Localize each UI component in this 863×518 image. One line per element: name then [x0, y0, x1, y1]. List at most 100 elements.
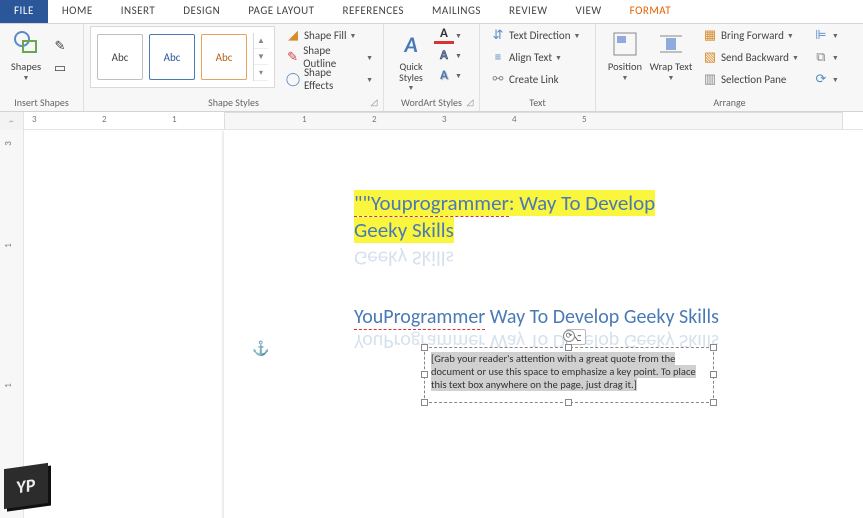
- tab-design[interactable]: DESIGN: [169, 0, 234, 23]
- ruler-num: 2: [372, 114, 377, 125]
- chevron-down-icon: ▼: [622, 73, 629, 82]
- ruler-num: 5: [582, 114, 587, 125]
- group-label: Insert Shapes: [0, 96, 83, 109]
- ruler-corner[interactable]: ⌐: [0, 112, 24, 130]
- shape-outline-button[interactable]: ✎ Shape Outline ▼: [281, 47, 377, 67]
- tab-view[interactable]: VIEW: [561, 0, 615, 23]
- shapes-button[interactable]: Shapes ▼: [6, 26, 46, 96]
- tab-references[interactable]: REFERENCES: [329, 0, 418, 23]
- position-icon: [609, 28, 641, 60]
- wordart-heading-1[interactable]: ""Youprogrammer: Way To Develop Geeky Sk…: [354, 190, 655, 245]
- align-text-icon: ≡: [490, 49, 506, 65]
- edit-shape-icon: ✎: [52, 38, 68, 54]
- create-link-button[interactable]: ⚯ Create Link: [486, 69, 584, 89]
- tab-format[interactable]: FORMAT: [616, 0, 685, 23]
- yp-logo-text: YP: [4, 463, 48, 509]
- align-text-button[interactable]: ≡ Align Text ▼: [486, 47, 584, 67]
- yp-watermark-logo: YP: [4, 466, 60, 514]
- shapes-label: Shapes: [11, 61, 41, 73]
- resize-handle-bl[interactable]: [421, 399, 428, 406]
- ruler-num: 2: [102, 114, 107, 125]
- textbox-content[interactable]: [Grab your reader's attention with a gre…: [431, 352, 696, 391]
- ruler-h-track[interactable]: 3 2 1 1 2 3 4 5: [24, 112, 863, 129]
- group-label: Shape Styles: [84, 96, 383, 109]
- text-direction-label: Text Direction: [509, 29, 570, 42]
- gallery-down[interactable]: ▼: [254, 49, 268, 65]
- tab-insert[interactable]: INSERT: [107, 0, 170, 23]
- selection-pane-label: Selection Pane: [721, 73, 786, 86]
- rotate-icon: ⟳: [813, 71, 829, 87]
- reflection: Geeky Skills: [354, 244, 454, 271]
- rotate-handle[interactable]: ⟳: [563, 330, 575, 342]
- shape-style-item-3[interactable]: Abc: [201, 34, 247, 80]
- resize-handle-lm[interactable]: [421, 371, 428, 378]
- chevron-down-icon: ▼: [349, 31, 356, 40]
- chevron-down-icon: ▼: [366, 53, 373, 62]
- resize-handle-br[interactable]: [710, 399, 717, 406]
- text-effects-button[interactable]: A: [434, 66, 454, 84]
- wordart-text: Geeky Skills: [354, 217, 454, 243]
- position-button[interactable]: Position ▼: [602, 26, 648, 96]
- textbox-button[interactable]: ▭: [48, 58, 72, 78]
- text-fill-button[interactable]: A: [434, 26, 454, 44]
- gallery-up[interactable]: ▲: [254, 33, 268, 49]
- ruler-num: 4: [512, 114, 517, 125]
- wordart-heading-2[interactable]: YouProgrammer Way To Develop Geeky Skill…: [354, 305, 719, 329]
- tab-file[interactable]: FILE: [0, 0, 48, 23]
- align-icon: ⊫: [813, 27, 829, 43]
- tab-home[interactable]: HOME: [48, 0, 107, 23]
- vruler-num: 3: [3, 141, 14, 146]
- gallery-scroll: ▲ ▼ ▾: [253, 33, 268, 81]
- chevron-down-icon: ▼: [792, 53, 799, 62]
- edit-shape-button[interactable]: ✎: [48, 36, 72, 56]
- chevron-down-icon: ▼: [555, 53, 562, 62]
- tab-review[interactable]: REVIEW: [495, 0, 562, 23]
- shape-effects-button[interactable]: ◯ Shape Effects ▼: [281, 69, 377, 89]
- bring-forward-button[interactable]: ▦ Bring Forward ▼: [698, 25, 803, 45]
- chevron-down-icon: ▼: [366, 75, 373, 84]
- tab-page-layout[interactable]: PAGE LAYOUT: [234, 0, 328, 23]
- shape-fill-button[interactable]: ◢ Shape Fill ▼: [281, 25, 377, 45]
- tab-mailings[interactable]: MAILINGS: [418, 0, 495, 23]
- chevron-down-icon: ▼: [787, 31, 794, 40]
- resize-handle-tm[interactable]: [565, 344, 572, 351]
- gallery-more[interactable]: ▾: [254, 65, 268, 81]
- shape-style-item-2[interactable]: Abc: [149, 34, 195, 80]
- vruler-num: 1: [3, 383, 14, 388]
- shape-style-item-1[interactable]: Abc: [97, 34, 143, 80]
- quick-styles-button[interactable]: A Quick Styles ▼: [390, 26, 432, 96]
- align-text-label: Align Text: [509, 51, 552, 64]
- shape-effects-label: Shape Effects: [304, 66, 363, 92]
- rotate-objects-button[interactable]: ⟳▼: [809, 69, 843, 89]
- wordart-text: Way To Develop Geeky Skills: [485, 305, 719, 329]
- resize-handle-rm[interactable]: [710, 371, 717, 378]
- text-direction-button[interactable]: ⇵ Text Direction ▼: [486, 25, 584, 45]
- workspace: 3 1 1 ""Youprogrammer: Way To Develop Ge…: [0, 130, 863, 518]
- effects-icon: ◯: [285, 71, 301, 87]
- textbox-icon: ▭: [52, 60, 68, 76]
- dialog-launcher[interactable]: ◿: [368, 96, 380, 108]
- send-backward-button[interactable]: ▧ Send Backward ▼: [698, 47, 803, 67]
- resize-handle-tl[interactable]: [421, 344, 428, 351]
- shape-style-gallery[interactable]: Abc Abc Abc ▲ ▼ ▾: [90, 26, 275, 88]
- selection-pane-button[interactable]: ▥ Selection Pane: [698, 69, 803, 89]
- align-objects-button[interactable]: ⊫▼: [809, 25, 843, 45]
- bring-forward-label: Bring Forward: [721, 29, 784, 42]
- group-text: ⇵ Text Direction ▼ ≡ Align Text ▼ ⚯ Crea…: [480, 24, 596, 111]
- group-icon: ⧉: [813, 49, 829, 65]
- dialog-launcher[interactable]: ◿: [464, 96, 476, 108]
- ruler-vertical[interactable]: 3 1 1: [0, 130, 24, 518]
- wrap-text-button[interactable]: Wrap Text ▼: [648, 26, 694, 96]
- group-wordart-styles: A Quick Styles ▼ A▼ A▼ A▼ WordArt Styles…: [384, 24, 480, 111]
- resize-handle-tr[interactable]: [710, 344, 717, 351]
- chevron-down-icon: ▼: [832, 53, 839, 62]
- anchor-icon[interactable]: ⚓: [252, 340, 269, 357]
- wrap-icon: [655, 28, 687, 60]
- group-objects-button[interactable]: ⧉▼: [809, 47, 843, 67]
- selected-textbox[interactable]: [Grab your reader's attention with a gre…: [424, 347, 714, 403]
- wordart-text: YouProgrammer: [354, 305, 485, 330]
- document-canvas[interactable]: ""Youprogrammer: Way To Develop Geeky Sk…: [24, 130, 863, 518]
- resize-handle-bm[interactable]: [565, 399, 572, 406]
- send-backward-icon: ▧: [702, 49, 718, 65]
- text-outline-button[interactable]: A: [434, 46, 454, 64]
